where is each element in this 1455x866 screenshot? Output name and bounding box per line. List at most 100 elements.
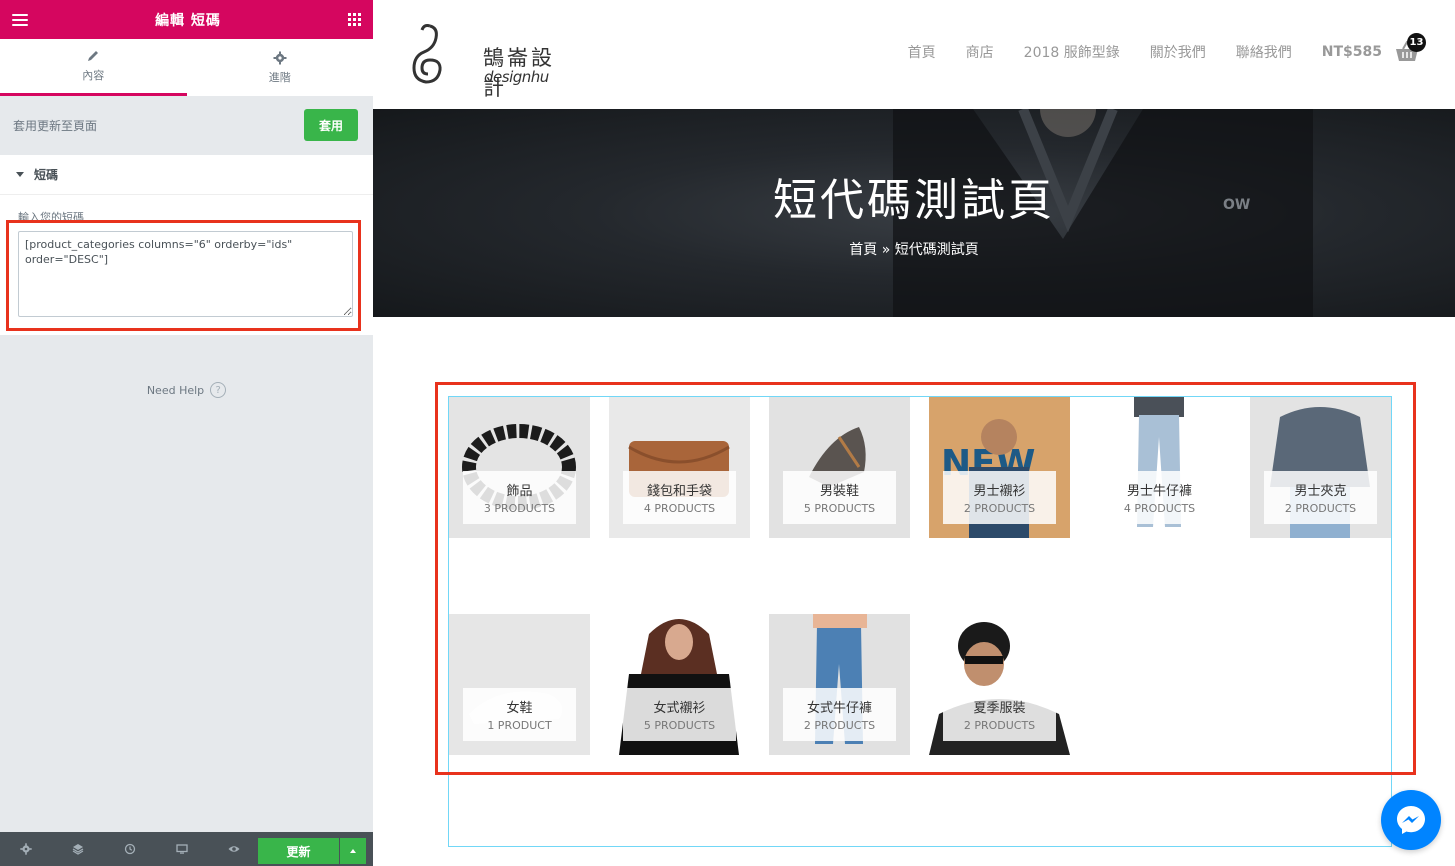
page-title: 短代碼測試頁	[773, 175, 1055, 226]
category-tile[interactable]: 飾品 3 PRODUCTS	[449, 397, 590, 538]
caret-down-icon	[16, 172, 24, 177]
category-tile[interactable]: 男裝鞋 5 PRODUCTS	[769, 397, 910, 538]
logo-mark-icon	[412, 24, 442, 84]
category-count: 1 PRODUCT	[487, 719, 552, 732]
category-count: 2 PRODUCTS	[963, 719, 1036, 732]
category-count: 4 PRODUCTS	[1123, 502, 1196, 515]
category-count: 3 PRODUCTS	[483, 502, 556, 515]
category-count: 5 PRODUCTS	[803, 502, 876, 515]
breadcrumb: 首頁 » 短代碼測試頁	[373, 239, 1455, 259]
breadcrumb-current: 短代碼測試頁	[894, 242, 979, 258]
category-count: 4 PRODUCTS	[643, 502, 716, 515]
editor-panel: 編輯 短碼 內容 進階 套用更新至頁面 套用 短碼 輸入您的短碼 Need He…	[0, 0, 373, 866]
tab-advanced-label: 進階	[268, 70, 291, 84]
breadcrumb-home[interactable]: 首頁	[849, 242, 877, 258]
update-options-button[interactable]	[340, 838, 366, 864]
nav-about[interactable]: 關於我們	[1150, 42, 1206, 62]
category-count: 5 PRODUCTS	[643, 719, 716, 732]
category-name: 女式襯衫	[653, 701, 706, 716]
category-count: 2 PRODUCTS	[1284, 502, 1357, 515]
history-icon	[124, 843, 136, 855]
category-name: 男士牛仔褲	[1126, 484, 1192, 499]
messenger-chat-button[interactable]	[1381, 790, 1441, 850]
cart-count-badge: 13	[1407, 33, 1426, 52]
breadcrumb-separator: »	[877, 242, 895, 258]
category-name: 夏季服裝	[973, 701, 1026, 716]
category-tile[interactable]: 男士牛仔褲 4 PRODUCTS	[1089, 397, 1230, 538]
main-nav: 首頁 商店 2018 服飾型錄 關於我們 聯絡我們 NT$585 13	[908, 33, 1426, 63]
nav-catalog[interactable]: 2018 服飾型錄	[1024, 42, 1120, 62]
category-tile[interactable]: 男士夾克 2 PRODUCTS	[1250, 397, 1391, 538]
navigator-button[interactable]	[52, 832, 104, 866]
category-caption: 飾品 3 PRODUCTS	[463, 471, 576, 524]
need-help-link[interactable]: Need Help ?	[0, 382, 373, 398]
tab-content[interactable]: 內容	[0, 39, 187, 96]
section-title: 短碼	[34, 168, 59, 182]
cart-button[interactable]: 13	[1394, 33, 1426, 63]
category-caption: 女式襯衫 5 PRODUCTS	[623, 688, 736, 741]
preview-button[interactable]	[208, 832, 260, 866]
category-name: 男士襯衫	[973, 484, 1026, 499]
category-tile[interactable]: 女鞋 1 PRODUCT	[449, 614, 590, 755]
shortcode-textarea[interactable]	[18, 231, 353, 317]
site-header: 鵠崙設計 designhu 首頁 商店 2018 服飾型錄 關於我們 聯絡我們 …	[373, 0, 1455, 109]
category-caption: 錢包和手袋 4 PRODUCTS	[623, 471, 736, 524]
category-count: 2 PRODUCTS	[963, 502, 1036, 515]
panel-tabs: 內容 進階	[0, 39, 373, 96]
widgets-grid-icon[interactable]	[348, 13, 361, 26]
gear-icon	[273, 51, 287, 64]
help-icon: ?	[210, 382, 227, 398]
category-tile[interactable]: 女式襯衫 5 PRODUCTS	[609, 614, 750, 755]
category-name: 男裝鞋	[819, 484, 859, 499]
logo-english-text: designhu	[484, 68, 549, 86]
category-name: 女鞋	[506, 701, 533, 716]
tab-advanced[interactable]: 進階	[186, 39, 373, 96]
apply-row: 套用更新至頁面 套用	[0, 96, 373, 154]
category-name: 男士夾克	[1294, 484, 1347, 499]
nav-shop[interactable]: 商店	[966, 42, 994, 62]
category-tile[interactable]: 夏季服裝 2 PRODUCTS	[929, 614, 1070, 755]
cart-total[interactable]: NT$585	[1322, 44, 1382, 60]
category-caption: 女鞋 1 PRODUCT	[463, 688, 576, 741]
apply-button[interactable]: 套用	[304, 109, 358, 141]
category-tile[interactable]: NEW 男士襯衫 2 PRODUCTS	[929, 397, 1070, 538]
messenger-icon	[1397, 806, 1425, 834]
layers-icon	[72, 844, 84, 855]
category-caption: 男裝鞋 5 PRODUCTS	[783, 471, 896, 524]
panel-header: 編輯 短碼	[0, 0, 373, 39]
gear-icon	[20, 843, 32, 855]
update-button[interactable]: 更新	[258, 838, 339, 864]
site-logo[interactable]: 鵠崙設計 designhu	[408, 22, 558, 100]
desktop-icon	[176, 844, 188, 854]
panel-title: 編輯 短碼	[155, 12, 221, 29]
settings-button[interactable]	[0, 832, 52, 866]
site-preview: 鵠崙設計 designhu 首頁 商店 2018 服飾型錄 關於我們 聯絡我們 …	[373, 0, 1455, 866]
category-tile[interactable]: 錢包和手袋 4 PRODUCTS	[609, 397, 750, 538]
menu-icon[interactable]	[12, 13, 28, 26]
eye-icon	[228, 846, 240, 852]
category-name: 飾品	[506, 484, 533, 499]
shortcode-label: 輸入您的短碼	[18, 211, 84, 224]
nav-contact[interactable]: 聯絡我們	[1236, 42, 1292, 62]
nav-home[interactable]: 首頁	[908, 42, 936, 62]
category-caption: 男士襯衫 2 PRODUCTS	[943, 471, 1056, 524]
caret-up-icon	[350, 849, 356, 853]
category-caption: 夏季服裝 2 PRODUCTS	[943, 688, 1056, 741]
hero-banner: OW 短代碼測試頁 首頁 » 短代碼測試頁	[373, 109, 1455, 317]
section-shortcode-toggle[interactable]: 短碼	[0, 154, 373, 194]
category-name: 女式牛仔褲	[806, 701, 872, 716]
history-button[interactable]	[104, 832, 156, 866]
pencil-icon	[88, 51, 99, 61]
responsive-mode-button[interactable]	[156, 832, 208, 866]
need-help-label: Need Help	[146, 383, 205, 397]
shortcode-control: 輸入您的短碼	[0, 194, 373, 335]
apply-label: 套用更新至頁面	[13, 118, 98, 133]
category-tile[interactable]: 女式牛仔褲 2 PRODUCTS	[769, 614, 910, 755]
category-count: 2 PRODUCTS	[803, 719, 876, 732]
tab-content-label: 內容	[82, 69, 105, 82]
category-caption: 男士牛仔褲 4 PRODUCTS	[1103, 471, 1216, 524]
panel-footer: 更新	[0, 832, 373, 866]
category-name: 錢包和手袋	[646, 484, 712, 499]
category-caption: 女式牛仔褲 2 PRODUCTS	[783, 688, 896, 741]
category-caption: 男士夾克 2 PRODUCTS	[1264, 471, 1377, 524]
